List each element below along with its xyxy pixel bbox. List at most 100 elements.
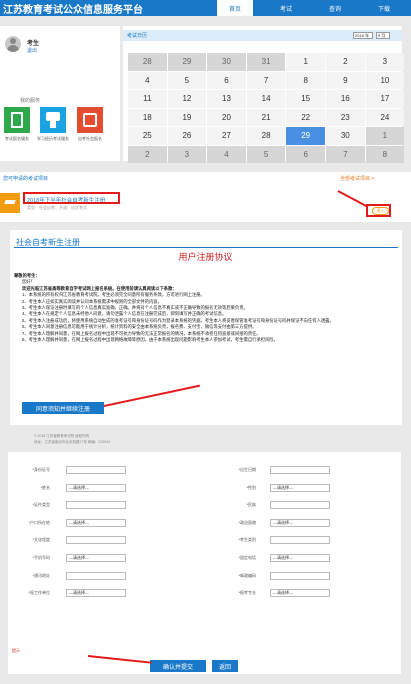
form-field-label: *固定电话 bbox=[238, 555, 256, 560]
calendar-day[interactable]: 29 bbox=[167, 53, 207, 71]
calendar-day[interactable]: 30 bbox=[207, 53, 246, 71]
form-field-input[interactable] bbox=[66, 536, 126, 545]
exam-section-title: 您可申请的考试项目 bbox=[3, 176, 49, 182]
submit-button[interactable]: 确认并提交 bbox=[150, 660, 206, 672]
back-button[interactable]: 返回 bbox=[212, 660, 238, 672]
calendar-day[interactable]: 7 bbox=[326, 145, 365, 163]
calendar-day[interactable]: 20 bbox=[207, 108, 246, 126]
form-field-label: *报考专业 bbox=[238, 590, 256, 596]
all-exams-link[interactable]: 全部考试项目 > bbox=[340, 175, 374, 182]
calendar-day[interactable]: 8 bbox=[365, 145, 405, 163]
form-field-input[interactable] bbox=[66, 466, 126, 474]
calendar-day[interactable]: 6 bbox=[207, 71, 246, 89]
calendar-day[interactable]: 28 bbox=[246, 127, 286, 145]
footer-address: 地址：江苏省南京市北京西路77号 邮编：210024 bbox=[34, 440, 111, 444]
form-field-input[interactable] bbox=[270, 536, 330, 545]
form-field-input[interactable] bbox=[66, 501, 126, 510]
calendar-day[interactable]: 6 bbox=[286, 145, 325, 163]
form-field-label: *邮政编码 bbox=[238, 572, 256, 578]
calendar-day[interactable]: 9 bbox=[326, 71, 365, 89]
calendar-day[interactable]: 21 bbox=[246, 108, 286, 126]
calendar-day[interactable]: 7 bbox=[246, 71, 286, 89]
calendar-day[interactable]: 26 bbox=[167, 127, 207, 145]
form-note: 提示 bbox=[12, 648, 20, 653]
form-field-label: *文化程度 bbox=[32, 537, 50, 543]
form-field-label: *证件类型 bbox=[32, 502, 50, 508]
form-field-label: *姓名 bbox=[40, 484, 50, 490]
calendar-day[interactable]: 31 bbox=[246, 53, 286, 71]
calendar-day[interactable]: 17 bbox=[365, 90, 405, 108]
nav-home[interactable]: 首页 bbox=[217, 0, 253, 16]
calendar-day[interactable]: 1 bbox=[286, 53, 325, 71]
calendar-day[interactable]: 10 bbox=[365, 71, 405, 89]
calendar-day[interactable]: 25 bbox=[128, 127, 167, 145]
calendar-title: 考试日历 bbox=[127, 33, 148, 39]
form-field-input[interactable]: ---请选择--- bbox=[270, 483, 330, 492]
form-field-input[interactable] bbox=[270, 466, 330, 474]
form-field-label: *性别 bbox=[246, 484, 256, 490]
calendar-day[interactable]: 8 bbox=[286, 71, 325, 89]
calendar-day[interactable]: 2 bbox=[326, 53, 365, 71]
calendar-day[interactable]: 27 bbox=[207, 127, 246, 145]
calendar-day[interactable]: 29 bbox=[286, 127, 325, 145]
nav-download[interactable]: 下载 bbox=[366, 0, 402, 16]
form-field-label: *现工作单位 bbox=[28, 590, 50, 596]
site-title: 江苏教育考试公众信息服务平台 bbox=[3, 5, 143, 16]
tile-label: 自考社会报名 bbox=[78, 136, 102, 141]
form-field-label: *民族 bbox=[246, 502, 256, 508]
form-field-input[interactable] bbox=[66, 571, 126, 580]
month-select[interactable]: 9 月 bbox=[376, 32, 390, 39]
form-field-input[interactable]: ---请选择--- bbox=[270, 518, 330, 527]
agreement-text: 尊敬的考生： 您好！ 欢迎光临江苏省高等教育自学考试网上报名系统。在使用前请认真… bbox=[14, 273, 400, 343]
form-field-input[interactable] bbox=[270, 571, 330, 580]
nav-query[interactable]: 查询 bbox=[317, 0, 353, 16]
year-select[interactable]: 2018 年 bbox=[353, 32, 373, 39]
calendar-day[interactable]: 12 bbox=[167, 90, 207, 108]
calendar-day[interactable]: 30 bbox=[326, 127, 365, 145]
form-field-input[interactable] bbox=[270, 501, 330, 510]
divider bbox=[14, 247, 398, 248]
calendar-day[interactable]: 22 bbox=[286, 108, 325, 126]
form-field-input[interactable]: ---请选择--- bbox=[66, 518, 126, 527]
form-field-input[interactable]: ---请选择--- bbox=[270, 589, 330, 598]
calendar-day[interactable]: 4 bbox=[128, 71, 167, 89]
calendar-day[interactable]: 19 bbox=[167, 108, 207, 126]
calendar-day[interactable]: 14 bbox=[246, 90, 286, 108]
calendar-day[interactable]: 3 bbox=[365, 53, 405, 71]
services-title: 我的服务 bbox=[20, 98, 41, 104]
nav-exam[interactable]: 考试 bbox=[268, 0, 304, 16]
calendar-day[interactable]: 18 bbox=[128, 108, 167, 126]
calendar-day[interactable]: 13 bbox=[207, 90, 246, 108]
calendar-day[interactable]: 11 bbox=[128, 90, 167, 108]
form-field-label: *考生类别 bbox=[238, 537, 256, 543]
tile-icon-signup[interactable] bbox=[4, 107, 30, 133]
calendar-day[interactable]: 16 bbox=[326, 90, 365, 108]
calendar-day[interactable]: 28 bbox=[128, 53, 167, 71]
form-field-input[interactable]: ---请选择--- bbox=[66, 483, 126, 492]
logout-link[interactable]: 退出 bbox=[27, 47, 37, 54]
calendar-day[interactable]: 24 bbox=[365, 108, 405, 126]
agreement-title: 用户注册协议 bbox=[178, 252, 233, 262]
highlight-box-enter bbox=[366, 204, 391, 217]
agreement-para: 8、考生本人理解并同意，在网上报名过程中出现网络故障等原因，由于本系统出现问题影… bbox=[22, 337, 278, 343]
calendar-day[interactable]: 15 bbox=[286, 90, 325, 108]
form-field-input[interactable]: ---请选择--- bbox=[66, 554, 126, 562]
calendar-day[interactable]: 3 bbox=[167, 145, 207, 163]
highlight-box-exam bbox=[23, 192, 120, 204]
calendar-day[interactable]: 5 bbox=[246, 145, 286, 163]
form-field-label: *出生日期 bbox=[238, 467, 256, 472]
avatar bbox=[5, 36, 21, 52]
calendar-day[interactable]: 2 bbox=[128, 145, 167, 163]
form-field-input[interactable]: ---请选择--- bbox=[270, 554, 330, 562]
form-field-label: *户口所在地 bbox=[28, 519, 50, 525]
tile-icon-register[interactable] bbox=[77, 107, 103, 133]
graduation-cap-icon bbox=[0, 193, 20, 213]
tile-icon-history[interactable] bbox=[40, 107, 66, 133]
form-field-input[interactable]: ---请选择--- bbox=[66, 589, 126, 598]
agree-continue-button[interactable]: 同意须知并继续注册 bbox=[22, 402, 104, 414]
calendar-day[interactable]: 23 bbox=[326, 108, 365, 126]
calendar-day[interactable]: 5 bbox=[167, 71, 207, 89]
calendar-day[interactable]: 4 bbox=[207, 145, 246, 163]
calendar-day[interactable]: 1 bbox=[365, 127, 405, 145]
form-field-label: *身份证号 bbox=[32, 467, 50, 472]
